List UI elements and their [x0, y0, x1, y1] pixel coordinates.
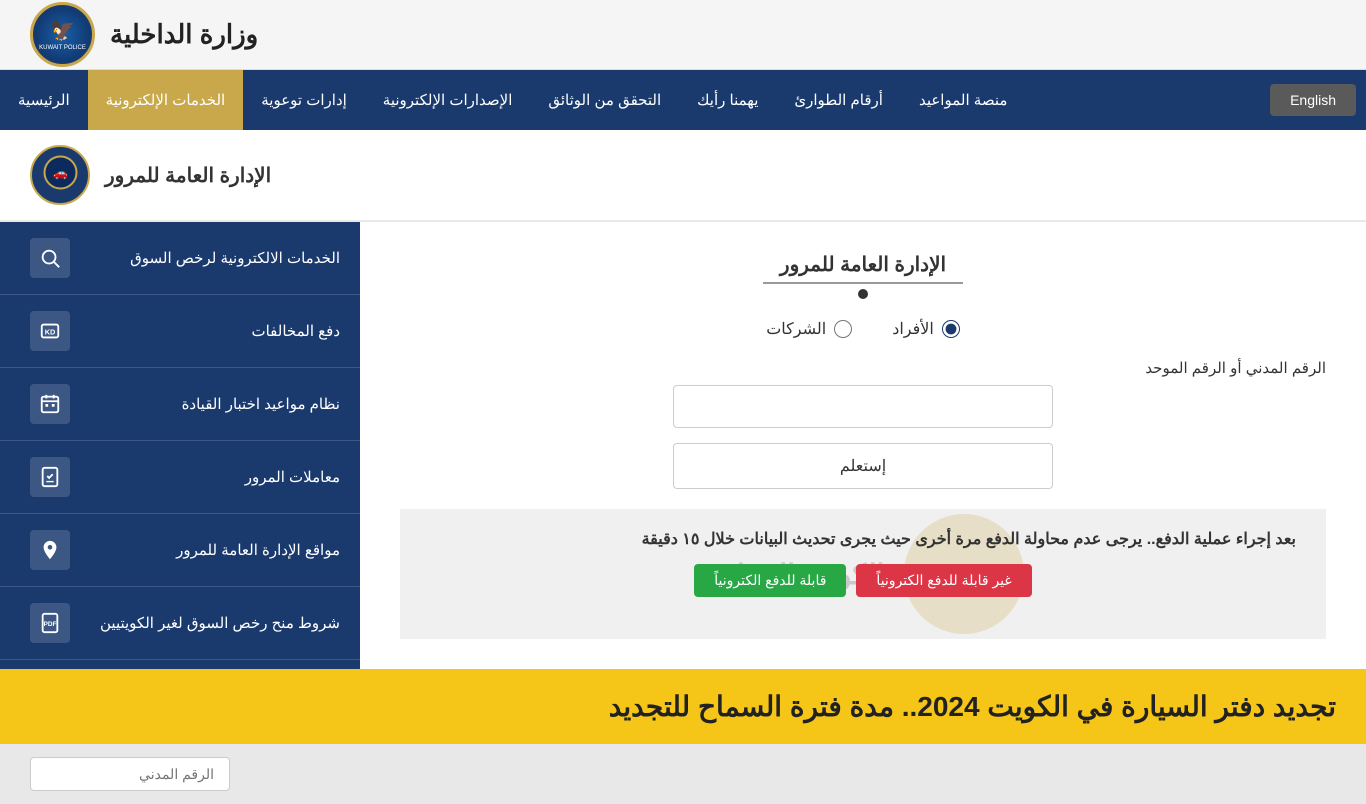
form-panel: الإدارة العامة للمرور الشركات الأفراد ال…: [360, 222, 1366, 669]
footer-area: [0, 744, 1366, 804]
traffic-logo-icon: 🚗: [43, 155, 78, 195]
search-icon: [30, 238, 70, 278]
eligible-button[interactable]: قابلة للدفع الكترونياً: [694, 564, 846, 597]
radio-companies-label[interactable]: الشركات: [766, 319, 852, 339]
sidebar-item-conditions[interactable]: شروط منح رخص السوق لغير الكويتيين PDF: [0, 587, 360, 660]
sidebar-label-locations: مواقع الإدارة العامة للمرور: [176, 541, 340, 559]
ministry-logo: 🦅 KUWAIT POLICE: [30, 2, 95, 67]
doc-check-icon: [30, 457, 70, 497]
page-header: وزارة الداخلية 🦅 KUWAIT POLICE: [0, 0, 1366, 70]
nav-epublications[interactable]: الإصدارات الإلكترونية: [365, 70, 531, 130]
sidebar-item-transactions[interactable]: معاملات المرور: [0, 441, 360, 514]
header-logo-area: وزارة الداخلية 🦅 KUWAIT POLICE: [30, 2, 258, 67]
title-underline: [763, 282, 963, 284]
radio-companies-text: الشركات: [766, 319, 826, 339]
calendar-icon: [30, 384, 70, 424]
main-content: الإدارة العامة للمرور الشركات الأفراد ال…: [0, 222, 1366, 669]
footer-search-input[interactable]: [30, 757, 230, 791]
nav-eservices[interactable]: الخدمات الإلكترونية: [88, 70, 244, 130]
pdf-icon: PDF: [30, 603, 70, 643]
main-navbar: English منصة المواعيد أرقام الطوارئ يهمن…: [0, 70, 1366, 130]
radio-individuals[interactable]: [942, 320, 960, 338]
notice-box: الكويت الاخباري بعد إجراء عملية الدفع.. …: [400, 509, 1326, 639]
english-button[interactable]: English: [1270, 84, 1356, 116]
sub-header: الإدارة العامة للمرور 🚗: [0, 130, 1366, 222]
sub-header-logo: 🚗: [30, 145, 90, 205]
sidebar-label-driving-test: نظام مواعيد اختبار القيادة: [182, 395, 340, 413]
sidebar-label-eservices-license: الخدمات الالكترونية لرخص السوق: [130, 249, 340, 267]
notice-buttons: غير قابلة للدفع الكترونياً قابلة للدفع ا…: [430, 564, 1296, 597]
logo-text: KUWAIT POLICE: [39, 45, 86, 51]
sidebar: الخدمات الالكترونية لرخص السوق دفع المخا…: [0, 222, 360, 669]
sidebar-label-transactions: معاملات المرور: [245, 468, 340, 486]
nav-emergency[interactable]: أرقام الطوارئ: [776, 70, 901, 130]
sidebar-label-conditions: شروط منح رخص السوق لغير الكويتيين: [100, 614, 340, 632]
not-eligible-button[interactable]: غير قابلة للدفع الكترونياً: [856, 564, 1031, 597]
sidebar-item-driving-test[interactable]: نظام مواعيد اختبار القيادة: [0, 368, 360, 441]
field-label: الرقم المدني أو الرقم الموحد: [400, 359, 1326, 377]
sidebar-item-locations[interactable]: مواقع الإدارة العامة للمرور: [0, 514, 360, 587]
svg-text:PDF: PDF: [44, 621, 57, 628]
logo-inner: 🦅 KUWAIT POLICE: [35, 7, 90, 62]
banner-text: تجديد دفتر السيارة في الكويت 2024.. مدة …: [30, 690, 1336, 723]
nav-appointments[interactable]: منصة المواعيد: [901, 70, 1025, 130]
radio-group: الشركات الأفراد: [400, 319, 1326, 339]
radio-companies[interactable]: [834, 320, 852, 338]
nav-home[interactable]: الرئيسية: [0, 70, 88, 130]
radio-individuals-text: الأفراد: [892, 319, 934, 339]
nav-opinion[interactable]: يهمنا رأيك: [679, 70, 776, 130]
submit-button[interactable]: إستعلم: [673, 443, 1053, 489]
svg-text:🚗: 🚗: [53, 166, 68, 180]
notice-text: بعد إجراء عملية الدفع.. يرجى عدم محاولة …: [430, 529, 1296, 549]
sidebar-item-pay-fines[interactable]: دفع المخالفات KD: [0, 295, 360, 368]
radio-individuals-label[interactable]: الأفراد: [892, 319, 960, 339]
nav-verify[interactable]: التحقق من الوثائق: [530, 70, 679, 130]
sidebar-item-eservices-license[interactable]: الخدمات الالكترونية لرخص السوق: [0, 222, 360, 295]
location-icon: [30, 530, 70, 570]
kd-icon: KD: [30, 311, 70, 351]
bottom-banner-container: تجديد دفتر السيارة في الكويت 2024.. مدة …: [0, 669, 1366, 744]
form-title: الإدارة العامة للمرور: [400, 252, 1326, 277]
svg-text:KD: KD: [45, 328, 56, 337]
title-dot: [858, 289, 868, 299]
nav-awareness[interactable]: إدارات توعوية: [243, 70, 365, 130]
civil-number-input[interactable]: [673, 385, 1053, 428]
bottom-banner: تجديد دفتر السيارة في الكويت 2024.. مدة …: [0, 669, 1366, 744]
sub-header-title: الإدارة العامة للمرور: [105, 163, 271, 188]
ministry-title: وزارة الداخلية: [110, 19, 258, 50]
sidebar-label-pay-fines: دفع المخالفات: [251, 322, 340, 340]
eagle-icon: 🦅: [50, 18, 75, 43]
